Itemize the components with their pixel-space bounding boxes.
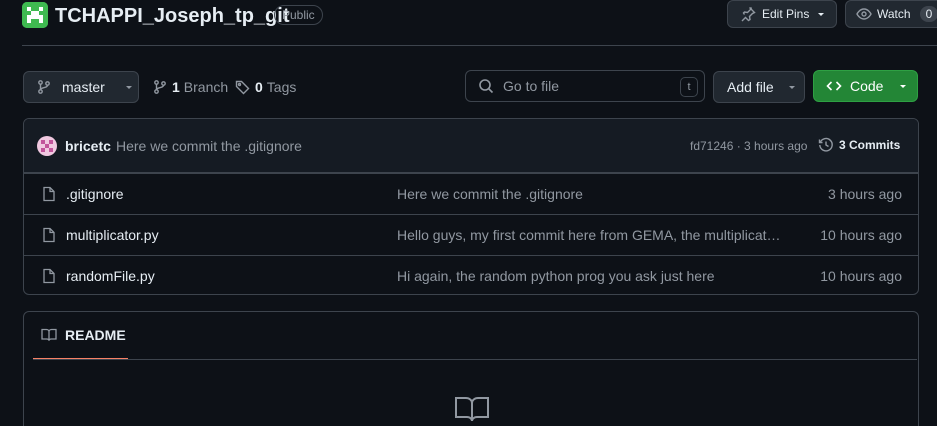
repo-avatar (22, 2, 48, 28)
go-to-file-input[interactable]: Go to file t (465, 70, 705, 102)
branch-count: 1 (172, 79, 180, 95)
readme-divider (33, 359, 917, 360)
code-icon (826, 78, 842, 94)
chevron-down-icon (815, 8, 827, 20)
file-commit-message[interactable]: Hello guys, my first commit here from GE… (397, 215, 782, 255)
file-time: 10 hours ago (820, 268, 902, 284)
chevron-down-icon (897, 80, 909, 92)
commit-author[interactable]: bricetc (65, 138, 111, 154)
file-time: 3 hours ago (828, 186, 902, 202)
commits-link[interactable]: 3 Commits (818, 137, 900, 153)
readme-panel: README (23, 311, 919, 426)
header-divider (22, 45, 937, 46)
add-file-button[interactable]: Add file (713, 71, 805, 103)
branch-name: master (62, 79, 105, 95)
edit-pins-button[interactable]: Edit Pins (727, 0, 837, 28)
file-time: 10 hours ago (820, 227, 902, 243)
table-row: randomFile.py Hi again, the random pytho… (24, 255, 918, 294)
file-icon (41, 268, 57, 284)
code-label: Code (850, 78, 884, 94)
file-name[interactable]: randomFile.py (66, 256, 155, 294)
commit-message[interactable]: Here we commit the .gitignore (116, 138, 302, 154)
readme-tab-label: README (65, 327, 126, 343)
git-branch-icon (36, 79, 52, 95)
chevron-down-icon (786, 81, 798, 93)
keyboard-shortcut: t (680, 77, 698, 97)
file-icon (41, 186, 57, 202)
tab-readme[interactable]: README (33, 312, 128, 360)
search-placeholder: Go to file (503, 78, 560, 94)
tag-count-label: Tags (266, 79, 297, 95)
commits-count: 3 Commits (839, 138, 901, 152)
git-branch-icon (152, 79, 168, 95)
branch-select-button[interactable]: master (23, 71, 139, 103)
file-commit-message[interactable]: Hi again, the random python prog you ask… (397, 256, 782, 294)
tag-count: 0 (255, 79, 263, 95)
edit-pins-label: Edit Pins (762, 7, 810, 21)
file-name[interactable]: multiplicator.py (66, 215, 159, 255)
commit-hash-time[interactable]: fd71246 · 3 hours ago (690, 139, 807, 153)
code-button[interactable]: Code (813, 70, 918, 102)
tag-icon (235, 79, 251, 95)
table-row: .gitignore Here we commit the .gitignore… (24, 173, 918, 214)
book-icon (455, 396, 489, 422)
watch-button[interactable]: Watch 0 (845, 0, 937, 28)
visibility-badge: Public (274, 5, 323, 25)
history-icon (818, 137, 834, 153)
avatar[interactable] (37, 136, 57, 156)
file-table: bricetc Here we commit the .gitignore fd… (23, 118, 919, 295)
book-icon (41, 327, 57, 343)
branch-count-label: Branch (183, 79, 229, 95)
search-icon (478, 78, 494, 94)
eye-icon (856, 6, 872, 22)
tags-link[interactable]: 0 Tags (235, 79, 296, 95)
watch-count: 0 (919, 6, 937, 22)
pin-icon (740, 6, 756, 22)
latest-commit-bar: bricetc Here we commit the .gitignore fd… (24, 119, 918, 173)
table-row: multiplicator.py Hello guys, my first co… (24, 214, 918, 255)
file-icon (41, 227, 57, 243)
watch-label: Watch (877, 7, 911, 21)
chevron-down-icon (123, 81, 135, 93)
repo-name[interactable]: TCHAPPI_Joseph_tp_git (55, 2, 289, 30)
file-commit-message[interactable]: Here we commit the .gitignore (397, 174, 782, 214)
add-file-label: Add file (727, 79, 774, 95)
branches-link[interactable]: 1 Branch (152, 79, 228, 95)
file-name[interactable]: .gitignore (66, 174, 124, 214)
